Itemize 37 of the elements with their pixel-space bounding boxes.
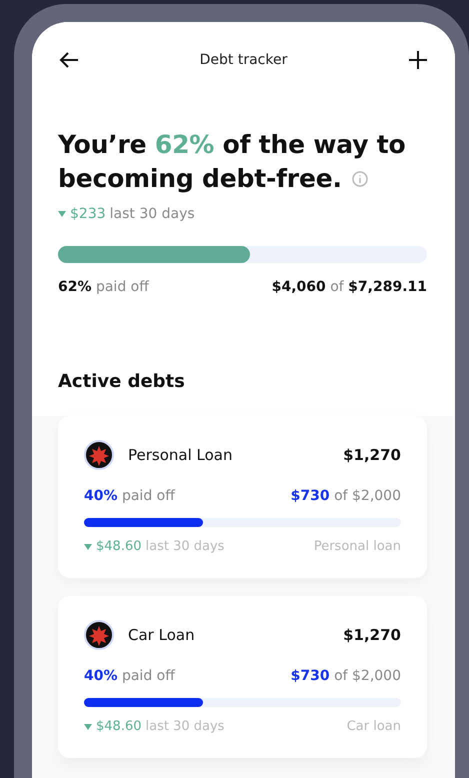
paid-percent: 40%	[84, 668, 118, 684]
of-label: of	[330, 279, 344, 295]
change-amount: $48.60	[96, 539, 142, 554]
debt-name: Personal Loan	[128, 446, 234, 464]
paid-amount: $730	[290, 488, 330, 504]
paid-label: paid off	[122, 488, 175, 504]
change-period: last 30 days	[146, 719, 224, 734]
debt-card[interactable]: Personal Loan $1,270 40% paid off $730 of $2,000 $48.60 last 30 days Personal loan	[58, 416, 427, 578]
change-period: last 30 days	[110, 206, 195, 222]
debt-balance: $1,270	[343, 626, 401, 644]
total-amount: of $2,000	[334, 488, 401, 504]
total-amount: $7,289.11	[348, 279, 427, 295]
paid-amount: $730	[290, 668, 330, 684]
down-arrow-icon	[84, 544, 92, 550]
progress-headline: You’re 62% of the way to	[58, 129, 407, 161]
progress-headline: becoming debt-free.	[58, 163, 342, 195]
debt-type: Personal loan	[314, 539, 401, 554]
change-amount: $48.60	[96, 719, 142, 734]
debt-type: Car loan	[346, 719, 401, 734]
change-period: last 30 days	[146, 539, 224, 554]
paid-amount: $4,060	[272, 279, 326, 295]
total-amount: of $2,000	[334, 668, 401, 684]
debt-card[interactable]: Car Loan $1,270 40% paid off $730 of $2,000 $48.60 last 30 days Car loan	[58, 596, 427, 758]
paid-label: paid off	[96, 279, 149, 295]
down-arrow-icon	[84, 724, 92, 730]
paid-percent: 62%	[58, 279, 92, 295]
star-logo-icon	[84, 620, 114, 650]
change-amount: $233	[70, 206, 106, 222]
section-title: Active debts	[32, 355, 455, 416]
debt-balance: $1,270	[343, 446, 401, 464]
debt-name: Car Loan	[128, 626, 196, 644]
down-arrow-icon	[58, 211, 66, 217]
paid-percent: 40%	[84, 488, 118, 504]
paid-label: paid off	[122, 668, 175, 684]
screen-title: Debt tracker	[200, 52, 288, 68]
plus-icon[interactable]	[407, 49, 429, 71]
star-logo-icon	[84, 440, 114, 470]
